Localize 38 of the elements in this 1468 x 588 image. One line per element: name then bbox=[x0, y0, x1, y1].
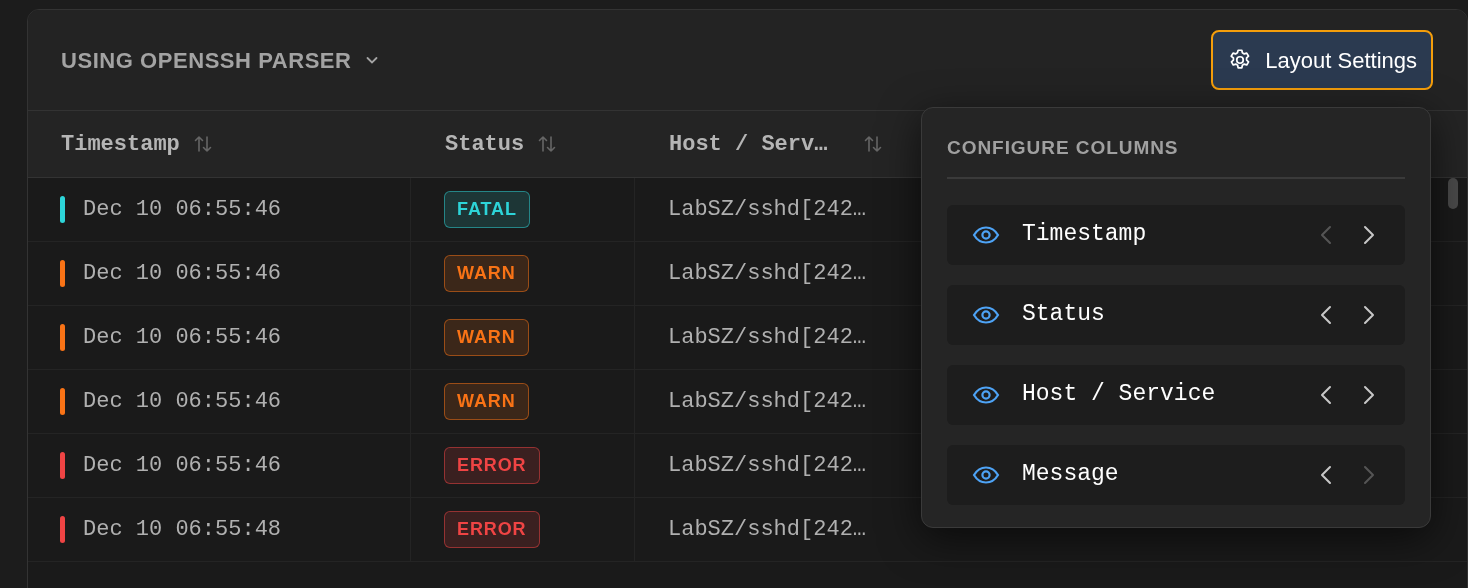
eye-icon[interactable] bbox=[972, 224, 1000, 245]
status-badge: WARN bbox=[444, 383, 529, 420]
layout-settings-button[interactable]: Layout Settings bbox=[1211, 30, 1433, 90]
column-header[interactable]: Timestamp bbox=[61, 127, 180, 161]
column-setting-label: Timestamp bbox=[1022, 220, 1148, 250]
timestamp-cell-text: Dec 10 06:55:46 bbox=[83, 196, 282, 224]
eye-icon[interactable] bbox=[972, 464, 1000, 485]
column-header[interactable]: Host / Serv… bbox=[669, 127, 828, 161]
column-header[interactable]: Status bbox=[445, 127, 525, 161]
column-setting-label: Host / Service bbox=[1022, 380, 1217, 410]
column-setting-row[interactable]: Message bbox=[947, 444, 1405, 505]
column-setting-row[interactable]: Host / Service bbox=[947, 364, 1405, 425]
column-setting-label: Status bbox=[1022, 300, 1106, 330]
timestamp-cell-text: Dec 10 06:55:46 bbox=[83, 260, 282, 288]
status-badge: FATAL bbox=[444, 191, 530, 228]
timestamp-cell-text: Dec 10 06:55:48 bbox=[83, 516, 282, 544]
column-setting-row[interactable]: Status bbox=[947, 284, 1405, 345]
status-badge: WARN bbox=[444, 319, 529, 356]
column-setting-label: Message bbox=[1022, 460, 1120, 490]
scrollbar-thumb[interactable] bbox=[1448, 178, 1458, 209]
timestamp-cell-text: Dec 10 06:55:46 bbox=[83, 452, 282, 480]
timestamp-cell-text: Dec 10 06:55:46 bbox=[83, 324, 282, 352]
status-badge: ERROR bbox=[444, 447, 540, 484]
host-cell-text: LabSZ/sshd[242… bbox=[668, 196, 867, 224]
column-setting-row[interactable]: Timestamp bbox=[947, 204, 1405, 265]
status-badge: ERROR bbox=[444, 511, 540, 548]
status-badge: WARN bbox=[444, 255, 529, 292]
host-cell-text: LabSZ/sshd[242… bbox=[668, 260, 867, 288]
timestamp-cell-text: Dec 10 06:55:46 bbox=[83, 388, 282, 416]
sort-icon[interactable] bbox=[862, 133, 884, 155]
eye-icon[interactable] bbox=[972, 384, 1000, 405]
parser-dropdown[interactable]: USING OPENSSH PARSER bbox=[61, 43, 380, 77]
host-cell-text: LabSZ/sshd[242… bbox=[668, 388, 867, 416]
host-cell-text: LabSZ/sshd[242… bbox=[668, 324, 867, 352]
eye-icon[interactable] bbox=[972, 304, 1000, 325]
host-cell-text: LabSZ/sshd[242… bbox=[668, 452, 867, 480]
popover-title: CONFIGURE COLUMNS bbox=[947, 134, 1405, 179]
host-cell-text: LabSZ/sshd[242… bbox=[668, 516, 867, 544]
